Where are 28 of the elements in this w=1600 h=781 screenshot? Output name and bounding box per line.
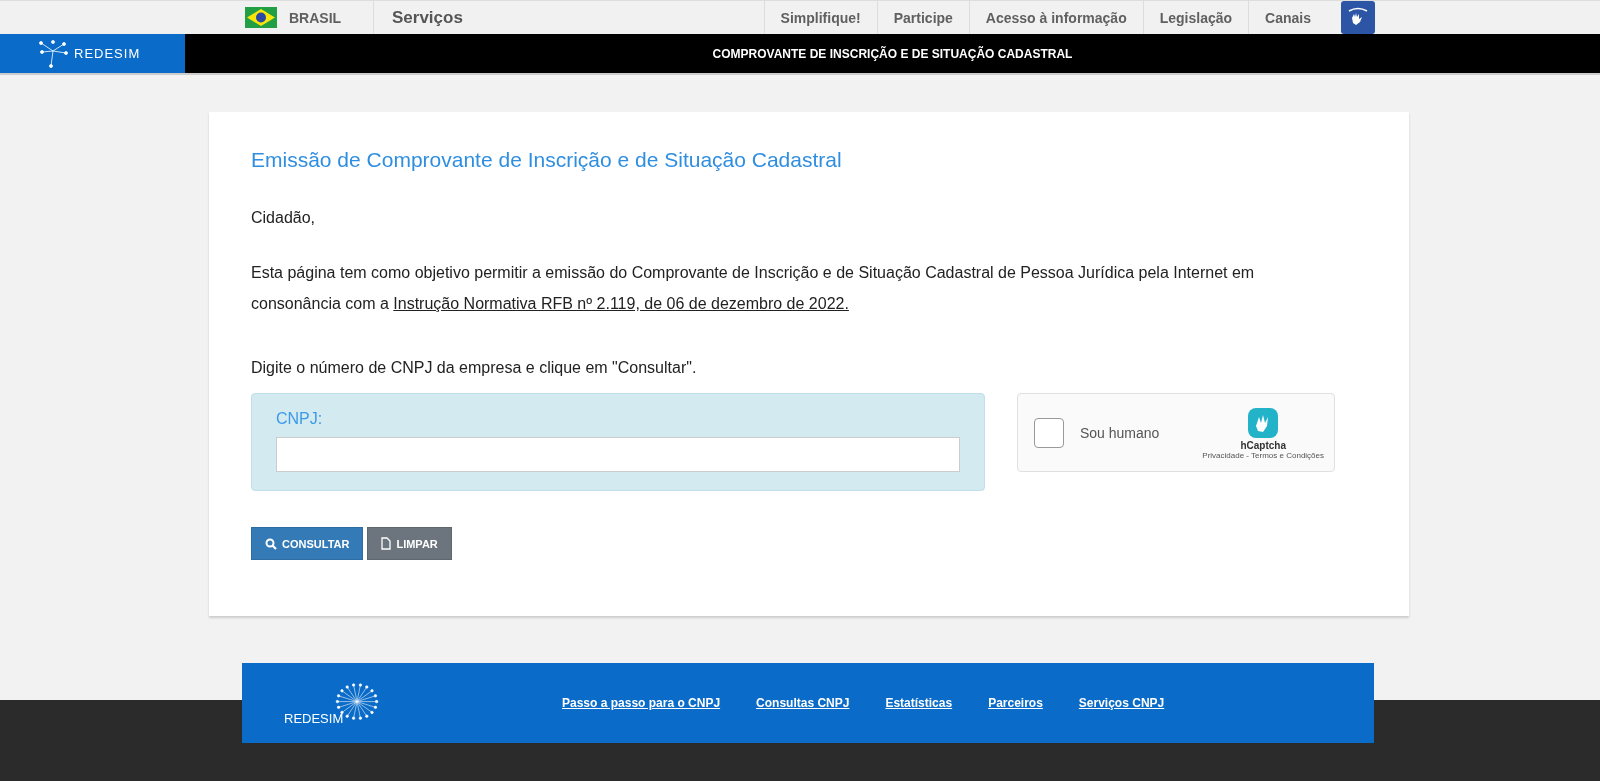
logo-text: REDESIM xyxy=(74,46,141,61)
captcha-label: Sou humano xyxy=(1080,424,1161,441)
intro-paragraph: Esta página tem como objetivo permitir a emissão do Comprovante de Inscrição e de Situação Cadastral de Pessoa Jurídica pela Internet em consonância com a Instrução Normativa RFB nº 2.119, de 06 de dezembro de 2022. xyxy=(251,263,1256,314)
form-title: Emissão de Comprovante de Inscrição e de Situação Cadastral xyxy=(251,148,843,172)
cnpj-field[interactable] xyxy=(276,437,960,472)
instruction-text: Digite o número de CNPJ da empresa e clique em "Consultar". xyxy=(251,358,698,378)
clear-button[interactable]: LIMPAR xyxy=(367,527,452,560)
page-heading: COMPROVANTE DE INSCRIÇÃO E DE SITUAÇÃO CADASTRAL xyxy=(712,46,1073,61)
sign-language-button[interactable] xyxy=(1341,1,1375,34)
country-link[interactable]: BRASIL xyxy=(289,9,342,26)
captcha-terms[interactable]: Privacidade - Termos e Condições xyxy=(1202,450,1324,460)
cnpj-label: CNPJ: xyxy=(276,410,324,428)
footer-link[interactable]: Parceiros xyxy=(988,696,1043,710)
footer-link[interactable]: Estatísticas xyxy=(885,696,953,710)
document-icon xyxy=(381,537,392,550)
network-map-icon xyxy=(36,38,70,69)
search-icon xyxy=(265,537,277,550)
footer-link[interactable]: Consultas CNPJ xyxy=(756,696,850,710)
footer-link[interactable]: Serviços CNPJ xyxy=(1078,696,1165,710)
logo-text: REDESIM xyxy=(284,711,344,726)
footer-link[interactable]: Passo a passo para o CNPJ xyxy=(562,696,721,710)
regulation-link[interactable]: Instrução Normativa RFB nº 2.119, de 06 de dezembro de 2022. xyxy=(393,295,849,312)
captcha-checkbox[interactable] xyxy=(1034,417,1064,448)
captcha-brand: hCaptcha xyxy=(1240,439,1286,451)
flag-icon xyxy=(245,7,277,28)
greeting-text: Cidadão, xyxy=(251,208,317,228)
hand-icon xyxy=(1246,405,1281,440)
search-button[interactable]: CONSULTAR xyxy=(251,527,364,560)
